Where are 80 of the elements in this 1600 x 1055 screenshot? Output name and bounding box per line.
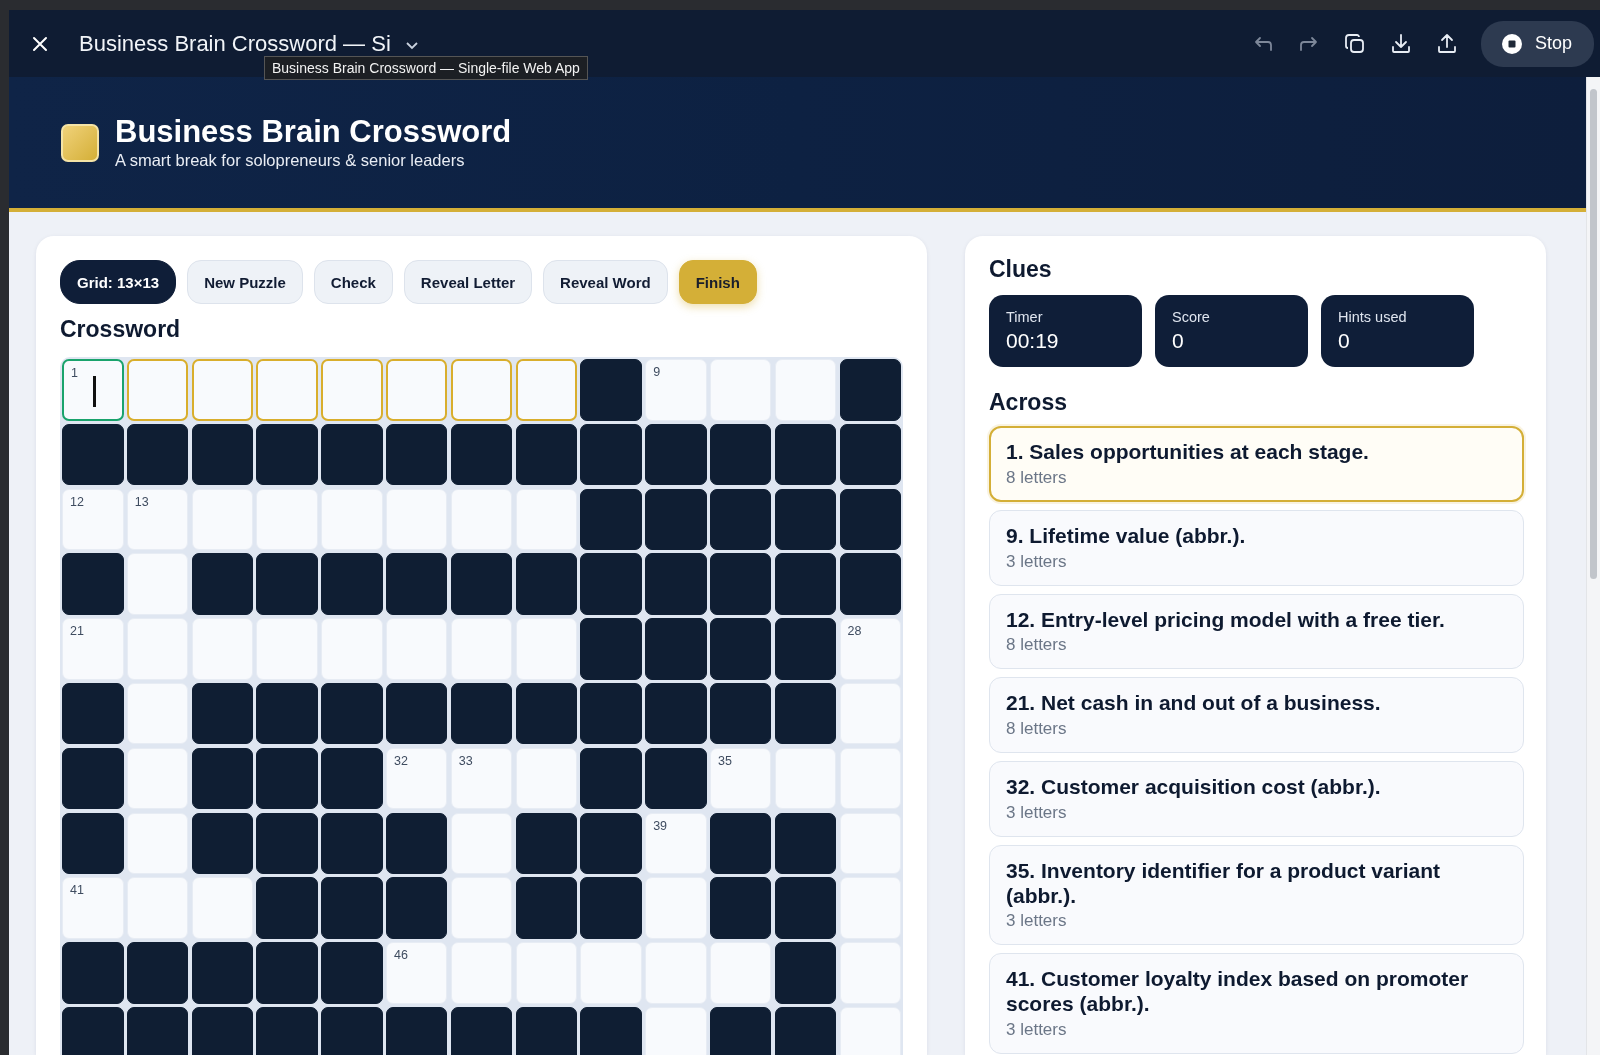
clue-text: 12. Entry-level pricing model with a free tier. — [1006, 607, 1446, 633]
letter-cell[interactable]: 12 — [62, 488, 124, 551]
letter-cell[interactable]: 46 — [386, 942, 448, 1004]
clue-number: 32 — [394, 753, 408, 768]
stat-label: Hints used — [1338, 309, 1408, 325]
letter-cell[interactable]: 28 — [839, 618, 902, 680]
clue-number: 35 — [717, 753, 732, 768]
copy-icon[interactable] — [1342, 31, 1367, 56]
control-button[interactable]: Finish — [678, 260, 757, 304]
control-button[interactable]: Check — [313, 260, 393, 304]
letter-cell[interactable]: 39 — [645, 812, 707, 875]
letter-cell[interactable]: 32 — [386, 747, 448, 810]
grid-size-chip[interactable]: Grid: 13×13 — [60, 260, 177, 304]
clue-item[interactable]: 12. Entry-level pricing model with a free tier. 8 letters — [989, 593, 1524, 670]
clue-number: 12 — [70, 494, 84, 509]
clue-item[interactable]: 1. Sales opportunities at each stage. 8 letters — [989, 426, 1524, 502]
letter-cell[interactable] — [450, 359, 513, 421]
letter-cell[interactable] — [126, 359, 189, 421]
clue-text: 1. Sales opportunities at each stage. — [1006, 440, 1370, 465]
stat-value: 0 — [1338, 329, 1351, 353]
letter-cell[interactable]: 1 — [62, 359, 124, 421]
letter-cell[interactable] — [386, 359, 448, 421]
letter-cell[interactable]: 41 — [62, 877, 124, 939]
letter-cell[interactable]: 13 — [126, 488, 189, 551]
stat-label: Timer — [1006, 309, 1044, 325]
clue-number: 46 — [394, 948, 408, 963]
clue-text: 35. Inventory identifier for a product variant (abbr.). — [1006, 858, 1442, 909]
clue-item[interactable]: 32. Customer acquisition cost (abbr.). 3 letters — [989, 761, 1524, 837]
letter-cell[interactable]: 35 — [709, 747, 772, 810]
clue-length: 8 letters — [1006, 635, 1068, 656]
control-button[interactable]: Reveal Word — [543, 260, 668, 304]
scrollbar[interactable] — [1586, 77, 1600, 1055]
letter-cell[interactable] — [256, 359, 318, 421]
app-title: Business Brain Crossword — [115, 114, 512, 150]
clue-text: 21. Net cash in and out of a business. — [1006, 691, 1382, 717]
clue-length: 3 letters — [1006, 1019, 1068, 1040]
control-button[interactable]: Reveal Letter — [403, 260, 533, 304]
close-icon — [31, 34, 49, 53]
clue-length: 8 letters — [1006, 719, 1068, 740]
clue-number: 33 — [458, 753, 473, 768]
chevron-down-icon[interactable] — [404, 40, 419, 51]
section-title: Across — [989, 389, 1068, 416]
clue-number: 13 — [134, 494, 149, 509]
clue-text: 9. Lifetime value (abbr.). — [1006, 523, 1247, 549]
tooltip: Business Brain Crossword — Single-file Web App — [264, 56, 588, 80]
clue-text: 32. Customer acquisition cost (abbr.). — [1006, 775, 1382, 800]
letter-cell[interactable] — [515, 359, 578, 421]
clue-length: 3 letters — [1006, 802, 1068, 823]
clue-item[interactable]: 9. Lifetime value (abbr.). 3 letters — [989, 509, 1524, 586]
clue-number: 28 — [847, 624, 862, 639]
clue-length: 3 letters — [1006, 911, 1068, 932]
clue-number: 39 — [653, 818, 668, 833]
letter-cell[interactable]: 9 — [645, 359, 707, 421]
clue-item[interactable]: 41. Customer loyalty index based on promoter scores (abbr.). 3 letters — [989, 953, 1524, 1054]
clue-number: 1 — [71, 366, 78, 380]
app-subtitle: A smart break for solopreneurs & senior leaders — [115, 151, 466, 171]
clue-item[interactable]: 35. Inventory identifier for a product variant (abbr.). 3 letters — [989, 844, 1524, 946]
clue-text: 41. Customer loyalty index based on promoter scores (abbr.). — [1006, 967, 1470, 1017]
stat-label: Score — [1172, 309, 1211, 325]
stop-button[interactable]: Stop — [1480, 20, 1594, 67]
clue-number: 9 — [653, 365, 661, 379]
letter-cell[interactable]: 33 — [450, 747, 513, 810]
clue-number: 41 — [70, 883, 84, 898]
letter-cell[interactable] — [321, 359, 383, 421]
clue-length: 3 letters — [1006, 551, 1068, 572]
scrollbar-thumb[interactable] — [1590, 89, 1597, 579]
clue-number: 21 — [70, 624, 84, 639]
stat-value: 0 — [1172, 329, 1185, 353]
stop-icon — [1500, 32, 1523, 55]
section-title: Crossword — [60, 316, 182, 343]
letter-cell[interactable] — [191, 359, 254, 421]
logo-icon — [61, 123, 99, 162]
stat-value: 00:19 — [1006, 329, 1060, 353]
clue-item[interactable]: 21. Net cash in and out of a business. 8 letters — [989, 677, 1524, 754]
clue-length: 8 letters — [1006, 467, 1068, 488]
window-title: Business Brain Crossword — Si — [79, 30, 391, 57]
letter-cell[interactable]: 21 — [62, 618, 124, 680]
control-button[interactable]: New Puzzle — [187, 260, 303, 304]
section-title: Clues — [989, 256, 1053, 283]
text-cursor — [93, 376, 96, 407]
